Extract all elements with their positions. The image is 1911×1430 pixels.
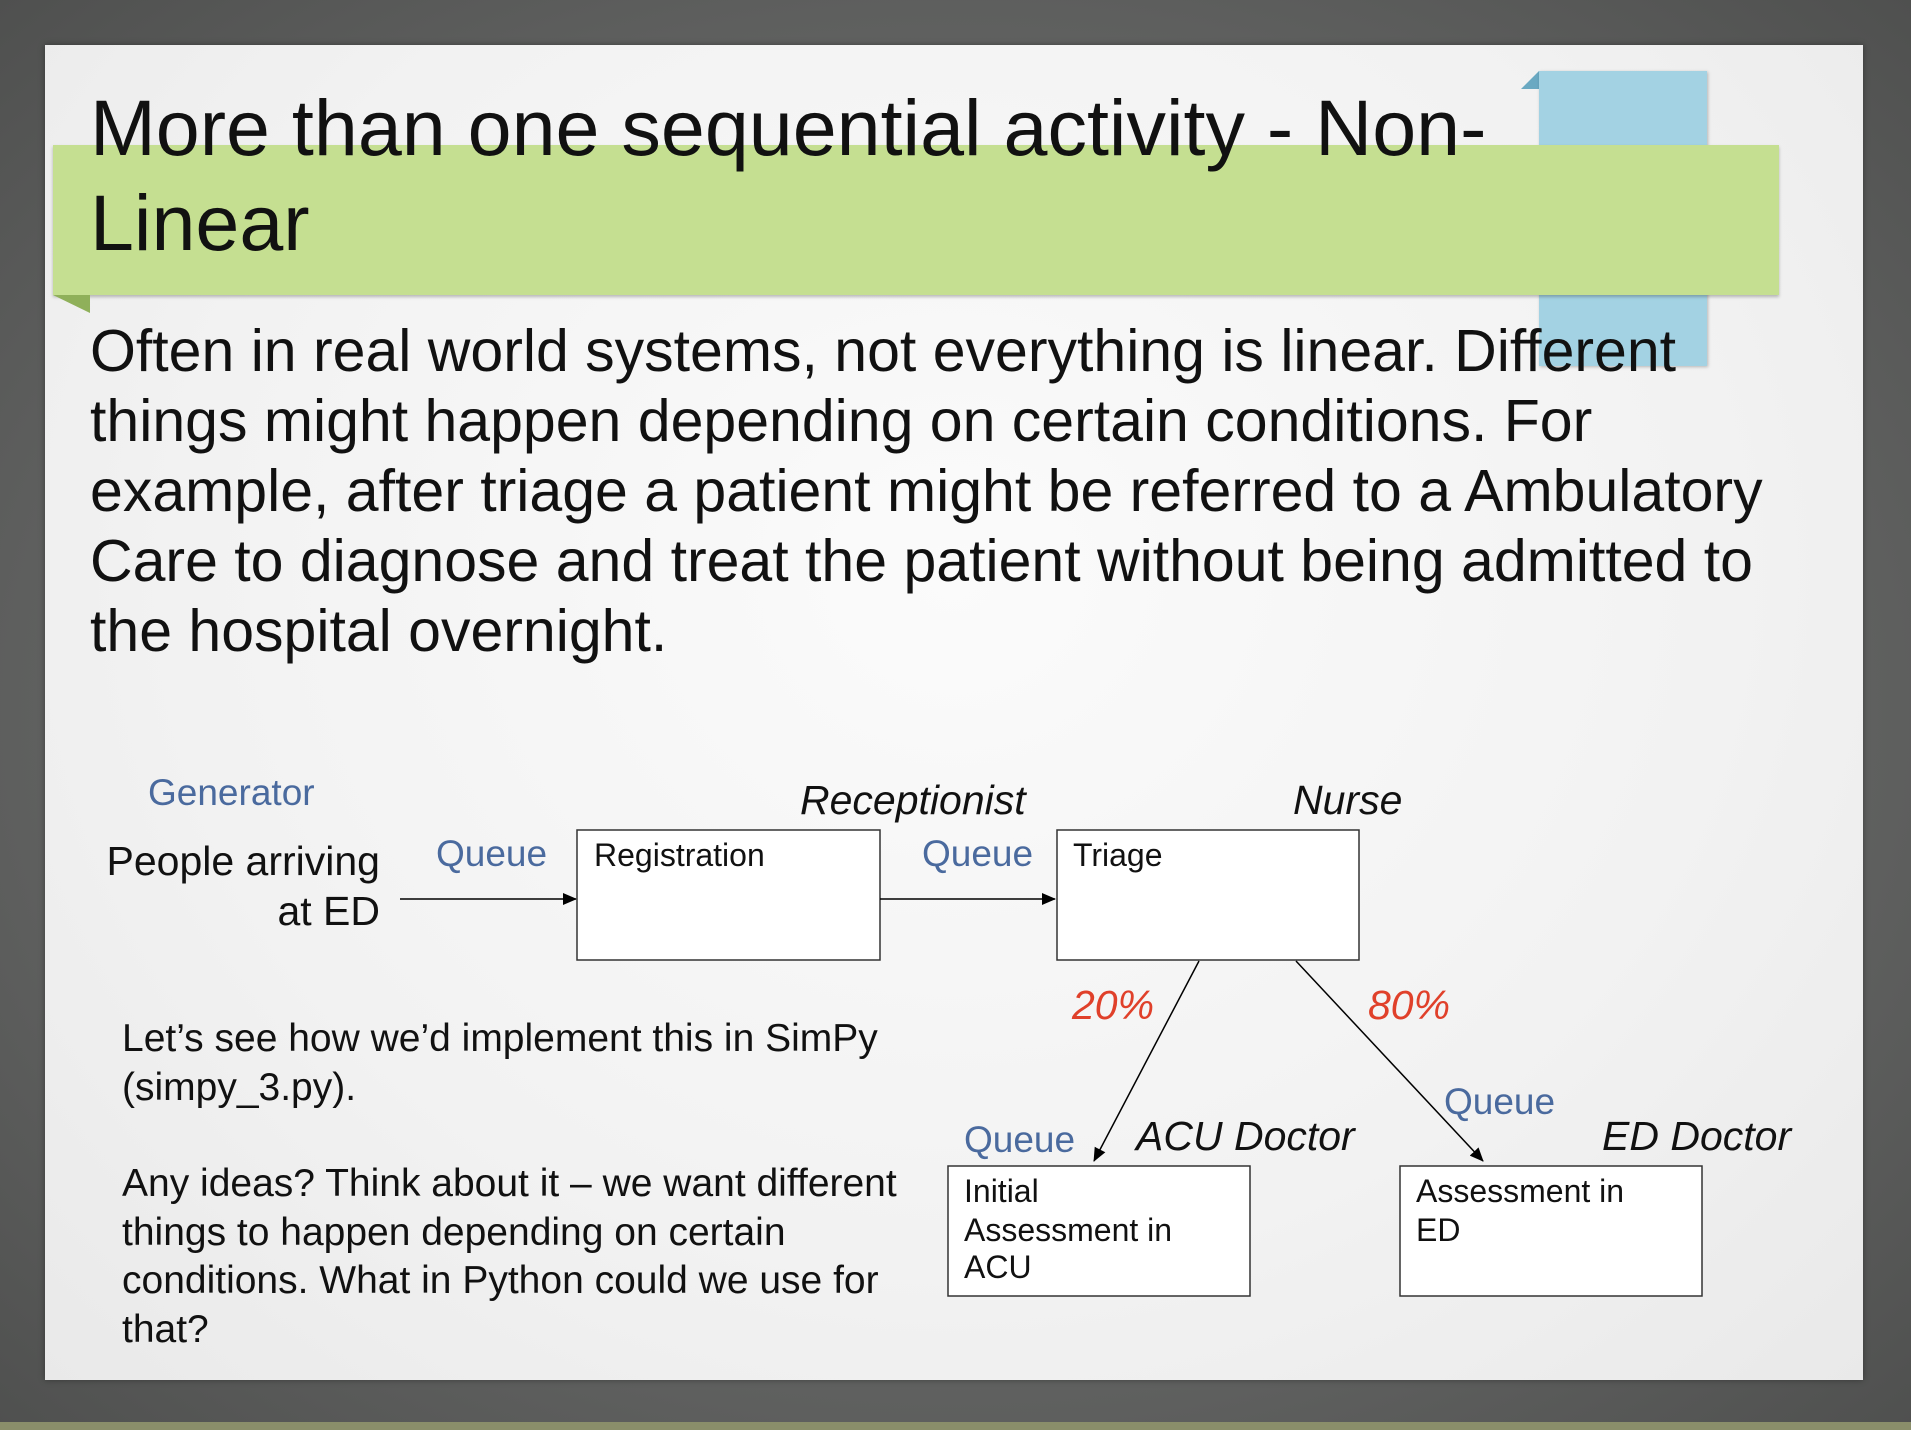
notes-spacer: [122, 1112, 922, 1160]
acu-doctor-label: ACU Doctor: [1133, 1113, 1357, 1159]
queue-label-registration: Queue: [436, 833, 547, 874]
discussion-notes: Let’s see how we’d implement this in Sim…: [122, 1015, 922, 1354]
branch-percent-acu: 20%: [1071, 982, 1154, 1028]
generator-label: Generator: [148, 772, 315, 813]
nurse-label: Nurse: [1293, 777, 1402, 823]
registration-label: Registration: [594, 837, 765, 873]
receptionist-label: Receptionist: [800, 777, 1027, 823]
ed-doctor-label: ED Doctor: [1602, 1113, 1793, 1159]
acu-assessment-label-line3: ACU: [964, 1249, 1032, 1285]
ed-assessment-label-line1: Assessment in: [1416, 1173, 1624, 1209]
acu-assessment-label-line1: Initial: [964, 1173, 1039, 1209]
queue-label-acu: Queue: [964, 1119, 1075, 1160]
queue-label-triage: Queue: [922, 833, 1033, 874]
acu-assessment-label-line2: Assessment in: [964, 1212, 1172, 1248]
branch-percent-ed: 80%: [1368, 982, 1450, 1028]
discussion-question: Any ideas? Think about it – we want diff…: [122, 1162, 897, 1351]
ed-assessment-label-line2: ED: [1416, 1212, 1460, 1248]
implementation-note: Let’s see how we’d implement this in Sim…: [122, 1017, 878, 1109]
source-label-line2: at ED: [277, 888, 380, 934]
queue-label-ed: Queue: [1444, 1081, 1555, 1122]
triage-label: Triage: [1073, 837, 1163, 873]
source-label-line1: People arriving: [107, 838, 381, 884]
